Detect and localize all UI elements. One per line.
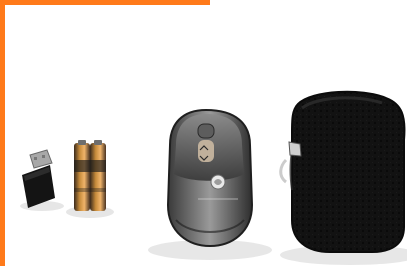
usb-receiver [22, 149, 55, 208]
aa-batteries [74, 140, 106, 211]
wireless-mouse [166, 108, 254, 248]
product-photo [0, 0, 407, 266]
product-illustration [20, 90, 407, 265]
carry-case [279, 90, 406, 253]
